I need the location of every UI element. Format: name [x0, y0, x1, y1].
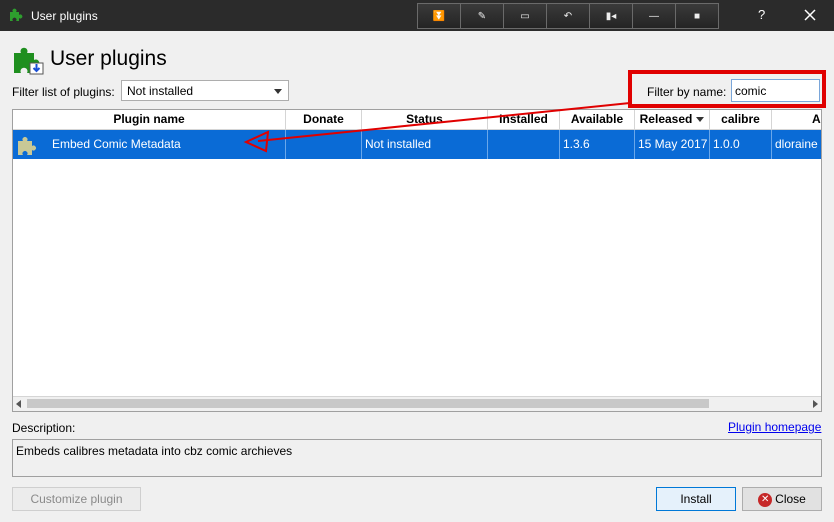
column-header-released[interactable]: Released [635, 110, 710, 129]
record-icon[interactable]: ▮◂ [590, 4, 633, 28]
scrollbar-thumb[interactable] [27, 399, 709, 408]
column-header-released-label: Released [639, 112, 693, 126]
horizontal-scrollbar[interactable] [13, 396, 821, 411]
cell-calibre: 1.0.0 [710, 130, 772, 159]
plugins-table[interactable]: Plugin name Donate Status Installed Avai… [12, 109, 822, 412]
filter-list-value: Not installed [127, 84, 194, 98]
close-icon[interactable] [799, 4, 821, 26]
column-header-status[interactable]: Status [362, 110, 488, 129]
customize-plugin-button[interactable]: Customize plugin [12, 487, 141, 511]
window-toolstrip: ⏬ ✎ ▭ ↶ ▮◂ — ■ [417, 3, 719, 29]
window-title: User plugins [31, 9, 98, 23]
close-button-label: Close [775, 492, 806, 506]
page-title: User plugins [50, 47, 167, 70]
column-header-installed[interactable]: Installed [488, 110, 560, 129]
cell-available: 1.3.6 [560, 130, 635, 159]
column-header-calibre[interactable]: calibre [710, 110, 772, 129]
cell-installed [488, 130, 560, 159]
column-header-available[interactable]: Available [560, 110, 635, 129]
filter-by-name-label: Filter by name: [647, 85, 727, 99]
description-text: Embeds calibres metadata into cbz comic … [12, 439, 822, 477]
help-button[interactable]: ? [758, 7, 765, 22]
title-bar: User plugins ⏬ ✎ ▭ ↶ ▮◂ — ■ ? [0, 0, 834, 31]
undo-icon[interactable]: ↶ [547, 4, 590, 28]
expand-icon[interactable]: ⏬ [418, 4, 461, 28]
pin-icon[interactable]: ✎ [461, 4, 504, 28]
cell-author: dloraine [775, 137, 818, 151]
plugin-homepage-link[interactable]: Plugin homepage [728, 420, 821, 434]
cell-released: 15 May 2017 [635, 130, 710, 159]
plugin-install-icon [14, 47, 44, 75]
plugin-name-text: Embed Comic Metadata [52, 137, 181, 151]
scroll-right-icon[interactable] [813, 400, 818, 408]
install-button[interactable]: Install [656, 487, 736, 511]
stop-icon[interactable]: ■ [676, 4, 718, 28]
filter-list-select[interactable]: Not installed [121, 80, 289, 101]
puzzle-piece-icon [18, 137, 36, 155]
column-header-author[interactable]: Aut [772, 110, 821, 129]
cell-plugin-name: Embed Comic Metadata [13, 130, 286, 159]
filter-by-name-input[interactable] [731, 79, 820, 102]
table-row[interactable]: Embed Comic Metadata Not installed 1.3.6… [13, 130, 821, 159]
column-header-donate[interactable]: Donate [286, 110, 362, 129]
screen-icon[interactable]: ▭ [504, 4, 547, 28]
puzzle-piece-icon [10, 8, 23, 21]
filter-list-label: Filter list of plugins: [12, 85, 115, 99]
table-header: Plugin name Donate Status Installed Avai… [13, 110, 821, 130]
minimize-icon[interactable]: — [633, 4, 676, 28]
scroll-left-icon[interactable] [16, 400, 21, 408]
cell-status: Not installed [362, 130, 488, 159]
description-label: Description: [12, 421, 76, 435]
close-circle-icon: ✕ [758, 492, 773, 507]
sort-descending-icon [696, 117, 705, 123]
chevron-down-icon [274, 89, 282, 94]
cell-donate [286, 130, 362, 159]
column-header-plugin-name[interactable]: Plugin name [13, 110, 286, 129]
close-button[interactable]: ✕ Close [742, 487, 822, 511]
